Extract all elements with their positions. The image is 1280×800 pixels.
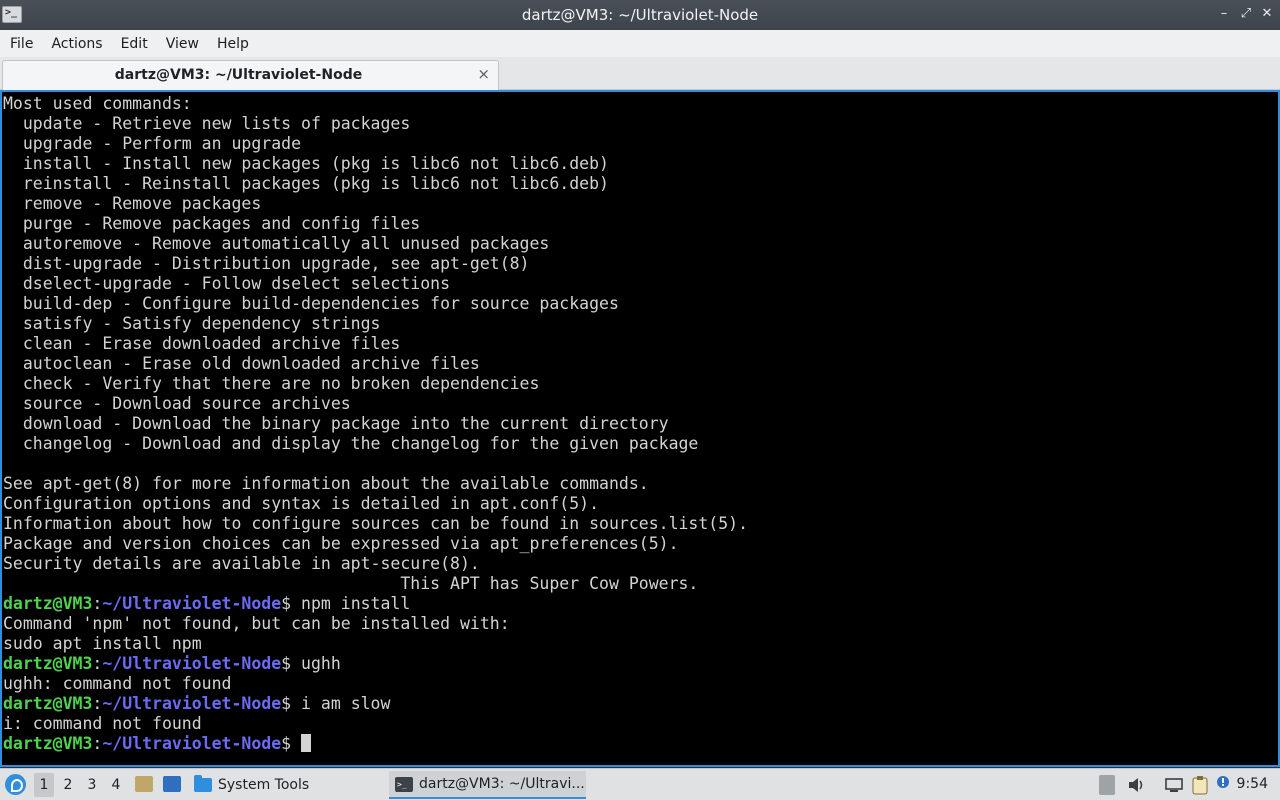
menu-bar: File Actions Edit View Help (0, 30, 1280, 57)
workspace-3[interactable]: 3 (82, 773, 102, 797)
taskbar-terminal-task[interactable]: >_ dartz@VM3: ~/Ultravi... (389, 771, 586, 799)
output-line: autoremove - Remove automatically all un… (3, 234, 550, 253)
prompt-command: $ i am slow (281, 694, 391, 713)
output-line: source - Download source archives (3, 394, 351, 413)
prompt-user: dartz@VM3 (3, 694, 93, 713)
workspace-4[interactable]: 4 (106, 773, 126, 797)
system-tools-launcher[interactable]: System Tools (194, 773, 309, 797)
text-cursor (301, 734, 312, 752)
command-output-line: ughh: command not found (3, 674, 232, 693)
task-label: dartz@VM3: ~/Ultravi... (419, 776, 585, 792)
file-manager-icon[interactable] (135, 776, 153, 792)
command-output-line: sudo apt install npm (3, 634, 202, 653)
output-line: changelog - Download and display the cha… (3, 434, 699, 453)
tab-close-icon[interactable]: × (477, 65, 490, 83)
notification-icon[interactable] (1216, 775, 1230, 795)
output-line: check - Verify that there are no broken … (3, 374, 540, 393)
output-line: autoclean - Erase old downloaded archive… (3, 354, 480, 373)
prompt-path: ~/Ultraviolet-Node (102, 654, 282, 673)
menu-edit[interactable]: Edit (115, 36, 154, 52)
taskbar: 1 2 3 4 System Tools >_ dartz@VM3: ~/Ult… (0, 768, 1280, 800)
output-line: See apt-get(8) for more information abou… (3, 474, 649, 493)
volume-icon[interactable] (1127, 775, 1145, 795)
prompt-line: dartz@VM3:~/Ultraviolet-Node$ npm instal… (3, 594, 1278, 614)
prompt-command: $ (281, 734, 302, 753)
folder-icon (194, 775, 212, 792)
workspace-1[interactable]: 1 (34, 773, 54, 797)
window-title-bar[interactable]: dartz@VM3: ~/Ultraviolet-Node – ⤢ ✕ (0, 0, 1280, 30)
output-line: clean - Erase downloaded archive files (3, 334, 401, 353)
restore-button[interactable]: ⤢ (1238, 5, 1254, 23)
tab-bar: dartz@VM3: ~/Ultraviolet-Node × (0, 57, 1280, 90)
prompt-separator: : (92, 734, 103, 753)
output-line: This APT has Super Cow Powers. (3, 574, 699, 593)
output-line: Security details are available in apt-se… (3, 554, 480, 573)
workspace-2[interactable]: 2 (58, 773, 78, 797)
output-line: build-dep - Configure build-dependencies… (3, 294, 619, 313)
output-line: update - Retrieve new lists of packages (3, 114, 411, 133)
prompt-command: $ ughh (281, 654, 341, 673)
prompt-separator: : (92, 594, 103, 613)
output-line: Most used commands: (3, 94, 192, 113)
output-line: upgrade - Perform an upgrade (3, 134, 302, 153)
prompt-line: dartz@VM3:~/Ultraviolet-Node$ (3, 734, 1278, 754)
menu-view[interactable]: View (160, 36, 205, 52)
output-line: Configuration options and syntax is deta… (3, 494, 600, 513)
clock[interactable]: 9:54 (1237, 776, 1268, 792)
window-title: dartz@VM3: ~/Ultraviolet-Node (521, 6, 759, 24)
start-menu-icon[interactable] (5, 774, 26, 795)
output-line: satisfy - Satisfy dependency strings (3, 314, 381, 333)
prompt-command: $ npm install (281, 594, 411, 613)
output-line: Package and version choices can be expre… (3, 534, 679, 553)
prompt-separator: : (92, 694, 103, 713)
clipboard-icon[interactable] (1190, 775, 1210, 795)
menu-actions[interactable]: Actions (45, 36, 108, 52)
prompt-path: ~/Ultraviolet-Node (102, 594, 282, 613)
menu-help[interactable]: Help (211, 36, 255, 52)
prompt-user: dartz@VM3 (3, 734, 93, 753)
tab-label: dartz@VM3: ~/Ultraviolet-Node (114, 67, 363, 83)
trash-icon[interactable] (1099, 775, 1115, 795)
output-line: dselect-upgrade - Follow dselect selecti… (3, 274, 451, 293)
output-line: reinstall - Reinstall packages (pkg is l… (3, 174, 609, 193)
minimize-button[interactable]: – (1216, 5, 1232, 23)
prompt-line: dartz@VM3:~/Ultraviolet-Node$ ughh (3, 654, 1278, 674)
output-line: install - Install new packages (pkg is l… (3, 154, 609, 173)
command-output-line: Command 'npm' not found, but can be inst… (3, 614, 510, 633)
output-line: remove - Remove packages (3, 194, 262, 213)
menu-file[interactable]: File (4, 36, 39, 52)
close-button[interactable]: ✕ (1259, 5, 1275, 23)
prompt-user: dartz@VM3 (3, 654, 93, 673)
terminal-icon: >_ (395, 776, 413, 792)
output-line: purge - Remove packages and config files (3, 214, 421, 233)
terminal-tab[interactable]: dartz@VM3: ~/Ultraviolet-Node × (2, 60, 499, 90)
prompt-separator: : (92, 654, 103, 673)
prompt-line: dartz@VM3:~/Ultraviolet-Node$ i am slow (3, 694, 1278, 714)
prompt-user: dartz@VM3 (3, 594, 93, 613)
terminal-output[interactable]: Most used commands: update - Retrieve ne… (0, 90, 1280, 767)
display-icon[interactable] (1164, 775, 1184, 795)
output-line: Information about how to configure sourc… (3, 514, 749, 533)
prompt-path: ~/Ultraviolet-Node (102, 694, 282, 713)
prompt-path: ~/Ultraviolet-Node (102, 734, 282, 753)
show-desktop-icon[interactable] (163, 776, 181, 792)
output-line: dist-upgrade - Distribution upgrade, see… (3, 254, 530, 273)
system-tools-label: System Tools (218, 777, 310, 793)
output-line: download - Download the binary package i… (3, 414, 669, 433)
command-output-line: i: command not found (3, 714, 202, 733)
